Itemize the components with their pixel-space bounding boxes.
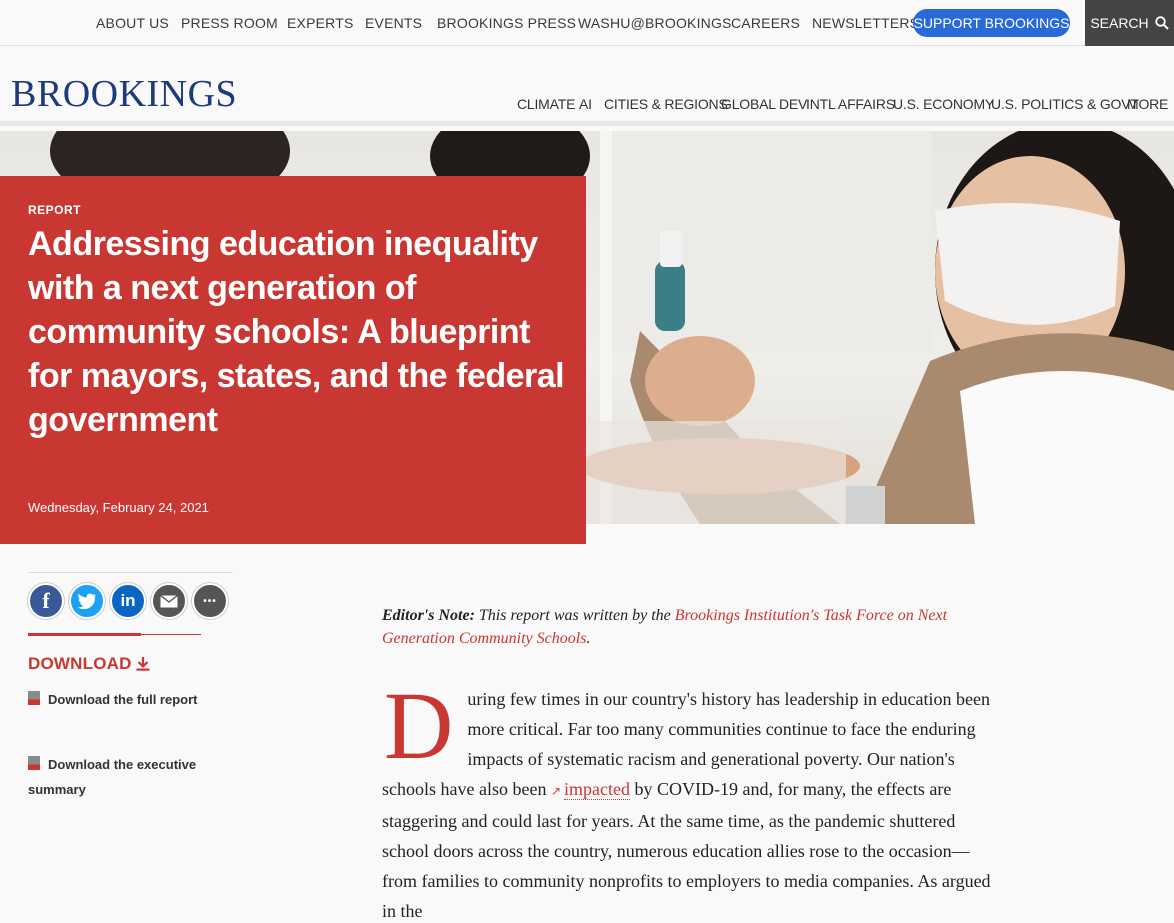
topic-global-dev[interactable]: GLOBAL DEV bbox=[721, 96, 807, 112]
paragraph-text-end: by COVID-19 and, for many, the effects a… bbox=[382, 779, 991, 921]
linkedin-icon[interactable]: in bbox=[110, 583, 146, 619]
topic-intl-affairs[interactable]: INTL AFFAIRS bbox=[806, 96, 895, 112]
support-brookings-button[interactable]: SUPPORT BROOKINGS bbox=[913, 9, 1070, 37]
more-icon[interactable]: ••• bbox=[192, 583, 228, 619]
sidebar-divider bbox=[28, 633, 201, 636]
nav-experts[interactable]: EXPERTS bbox=[287, 0, 354, 46]
twitter-icon[interactable] bbox=[69, 583, 105, 619]
editors-note-end: . bbox=[586, 630, 591, 647]
download-full-report-label: Download the full report bbox=[48, 692, 198, 707]
topic-us-economy[interactable]: U.S. ECONOMY bbox=[893, 96, 994, 112]
publish-date: Wednesday, February 24, 2021 bbox=[28, 500, 209, 515]
topic-cities-regions[interactable]: CITIES & REGIONS bbox=[604, 96, 728, 112]
drop-cap: D bbox=[384, 672, 454, 779]
nav-events[interactable]: EVENTS bbox=[365, 0, 422, 46]
download-executive-summary-label: Download the executive summary bbox=[28, 757, 197, 797]
content-type-label: REPORT bbox=[28, 203, 82, 217]
search-icon bbox=[1154, 16, 1169, 30]
editors-note-label: Editor's Note: bbox=[382, 607, 475, 624]
nav-about-us[interactable]: ABOUT US bbox=[96, 0, 169, 46]
topic-us-politics[interactable]: U.S. POLITICS & GOVT bbox=[991, 96, 1139, 112]
brookings-logo[interactable]: BROOKINGS bbox=[11, 75, 237, 113]
download-heading-label: DOWNLOAD bbox=[28, 654, 132, 673]
nav-brookings-press[interactable]: BROOKINGS PRESS bbox=[437, 0, 576, 46]
topic-more[interactable]: MORE bbox=[1127, 96, 1168, 112]
article-paragraph: During few times in our country's histor… bbox=[382, 672, 994, 923]
nav-newsletters[interactable]: NEWSLETTERS bbox=[812, 0, 919, 46]
external-link-icon: ↗ bbox=[550, 784, 562, 798]
topic-ai[interactable]: AI bbox=[579, 96, 592, 112]
main-header: BROOKINGS CLIMATE AI CITIES & REGIONS GL… bbox=[0, 46, 1174, 126]
facebook-icon[interactable]: f bbox=[28, 583, 64, 619]
editors-note: Editor's Note: This report was written b… bbox=[382, 604, 994, 650]
editors-note-text: This report was written by the bbox=[474, 607, 675, 624]
article-body: Editor's Note: This report was written b… bbox=[382, 604, 994, 921]
hero-card: REPORT Addressing education inequality w… bbox=[0, 176, 586, 544]
pdf-icon bbox=[28, 691, 40, 705]
email-icon[interactable] bbox=[151, 583, 187, 619]
download-full-report-link[interactable]: Download the full report bbox=[28, 687, 198, 712]
nav-careers[interactable]: CAREERS bbox=[731, 0, 800, 46]
utility-bar: ABOUT US PRESS ROOM EXPERTS EVENTS BROOK… bbox=[0, 0, 1174, 46]
page-title: Addressing education inequality with a n… bbox=[28, 225, 565, 439]
nav-washu[interactable]: WASHU@BROOKINGS bbox=[578, 0, 732, 46]
pdf-icon bbox=[28, 756, 40, 770]
share-bar: f in ••• bbox=[28, 572, 233, 619]
search-label: SEARCH bbox=[1090, 15, 1149, 31]
nav-press-room[interactable]: PRESS ROOM bbox=[181, 0, 278, 46]
search-button[interactable]: SEARCH bbox=[1085, 0, 1174, 46]
download-executive-summary-link[interactable]: Download the executive summary bbox=[28, 752, 198, 802]
download-icon bbox=[136, 657, 150, 671]
download-heading: DOWNLOAD bbox=[28, 654, 150, 674]
topic-climate[interactable]: CLIMATE bbox=[517, 96, 575, 112]
impacted-link[interactable]: impacted bbox=[564, 779, 630, 800]
